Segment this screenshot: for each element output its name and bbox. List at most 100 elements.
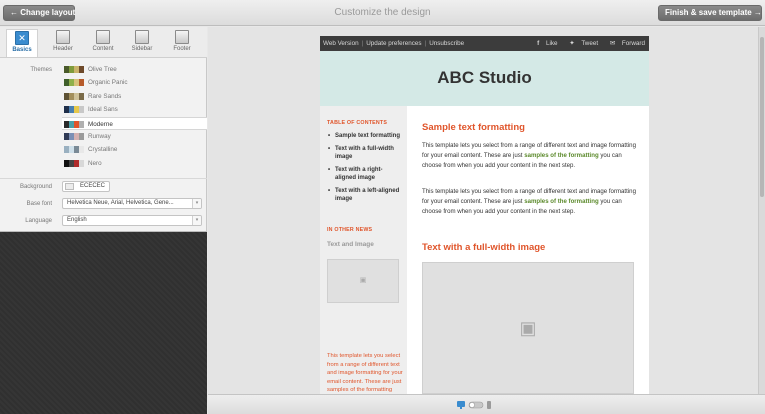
desktop-icon[interactable] [457, 401, 465, 409]
background-color-value: ECECEC [80, 183, 106, 189]
themes-label: Themes [30, 67, 52, 73]
toc-item[interactable]: Sample text formatting [328, 132, 403, 140]
scrollbar-thumb[interactable] [760, 37, 764, 197]
theme-option-nero[interactable]: Nero [62, 157, 207, 170]
sidebar-image-placeholder: ▣ [327, 259, 399, 303]
tab-footer-label: Footer [173, 46, 191, 52]
toc-item[interactable]: Text with a left-aligned image [328, 187, 403, 203]
theme-name: Crystalline [88, 146, 118, 154]
unsubscribe-link[interactable]: Unsubscribe [429, 40, 464, 47]
toggle-switch-icon[interactable] [468, 401, 484, 409]
sidebar-text: This template lets you select from a ran… [327, 353, 403, 394]
forward-link[interactable]: ✉ Forward [605, 40, 645, 47]
language-value: English [67, 217, 87, 223]
sample-formatting-heading: Sample text formatting [422, 122, 525, 133]
theme-name: Runway [88, 132, 111, 140]
language-label: Language [25, 218, 52, 224]
email-preview: Web Version | Update preferences | Unsubscri… [320, 36, 649, 394]
theme-name: Moderne [88, 120, 113, 128]
content-layout-icon [96, 30, 110, 44]
email-sidebar[interactable]: TABLE OF CONTENTS Sample text formatting… [320, 106, 407, 394]
tab-footer[interactable]: Footer [166, 29, 198, 57]
toc-heading: TABLE OF CONTENTS [327, 120, 388, 126]
theme-name: Nero [88, 159, 102, 167]
forward-icon: ✉ [609, 40, 616, 47]
toc-item[interactable]: Text with a full-width image [328, 145, 403, 161]
theme-swatch [64, 92, 84, 100]
email-header[interactable]: ABC Studio [320, 51, 649, 106]
tweet-link[interactable]: ✦ Tweet [564, 40, 598, 47]
theme-option-ideal-sans[interactable]: Ideal Sans [62, 103, 207, 116]
forward-label: Forward [621, 40, 645, 47]
background-color-field[interactable]: ECECEC [62, 181, 110, 192]
theme-option-runway[interactable]: Runway [62, 130, 207, 143]
update-preferences-link[interactable]: Update preferences [366, 40, 421, 47]
tab-content[interactable]: Content [87, 29, 119, 57]
facebook-like-link[interactable]: f Like [537, 40, 557, 47]
email-top-bar: Web Version | Update preferences | Unsubscri… [320, 36, 649, 51]
color-swatch [65, 183, 74, 190]
theme-name: Organic Panic [88, 79, 128, 87]
device-toggle[interactable] [456, 400, 496, 410]
email-main-content[interactable]: Sample text formatting This template let… [407, 106, 649, 394]
theme-swatch [64, 79, 84, 87]
paragraph-2: This template lets you select from a ran… [422, 188, 636, 215]
web-version-link[interactable]: Web Version [323, 40, 359, 47]
mobile-icon[interactable] [487, 401, 491, 409]
finish-save-template-button[interactable]: Finish & save template → [658, 5, 762, 21]
chevron-down-icon: ▾ [192, 216, 201, 225]
theme-swatch [64, 66, 84, 73]
theme-option-crystalline[interactable]: Crystalline [62, 143, 207, 156]
base-font-select[interactable]: Helvetica Neue, Arial, Helvetica, Gene..… [62, 198, 202, 209]
theme-swatch [64, 120, 84, 128]
paragraph-1: This template lets you select from a ran… [422, 142, 636, 169]
camera-icon: ▣ [519, 318, 537, 338]
theme-name: Ideal Sans [88, 106, 118, 114]
tab-header-label: Header [53, 46, 73, 52]
theme-swatch [64, 132, 84, 140]
camera-icon: ▣ [359, 277, 367, 284]
design-tabs: ✕ Basics Header Content Sidebar Footer [0, 27, 207, 58]
base-font-label: Base font [26, 201, 52, 207]
theme-swatch [64, 106, 84, 114]
theme-swatch [64, 146, 84, 154]
toc-item[interactable]: Text with a right-aligned image [328, 166, 403, 182]
theme-name: Rare Sands [88, 92, 122, 100]
full-width-image-heading: Text with a full-width image [422, 242, 546, 253]
sidebar-layout-icon [135, 30, 149, 44]
tab-sidebar[interactable]: Sidebar [126, 29, 158, 57]
theme-option-rare-sands[interactable]: Rare Sands [62, 90, 207, 103]
divider [0, 178, 207, 179]
other-news-heading: IN OTHER NEWS [327, 227, 373, 233]
brand-title: ABC Studio [437, 68, 532, 87]
full-width-image-placeholder: ▣ [422, 262, 634, 394]
background-label: Background [19, 184, 52, 190]
language-select[interactable]: English ▾ [62, 215, 202, 226]
bottom-toolbar [208, 394, 765, 414]
tab-header[interactable]: Header [47, 29, 79, 57]
theme-swatch [64, 159, 84, 167]
left-panel: ✕ Basics Header Content Sidebar Footer T… [0, 27, 207, 414]
design-settings: ✕ Basics Header Content Sidebar Footer T… [0, 27, 207, 232]
chevron-down-icon: ▾ [192, 199, 201, 208]
theme-option-organic-panic[interactable]: Organic Panic [62, 76, 207, 89]
preview-scrollbar[interactable] [758, 27, 765, 394]
news-item-title: Text and Image [327, 241, 374, 248]
theme-option-olive-tree[interactable]: Olive Tree [62, 63, 207, 76]
tweet-label: Tweet [581, 40, 599, 47]
facebook-icon: f [537, 40, 540, 47]
theme-name: Olive Tree [88, 66, 117, 73]
base-font-value: Helvetica Neue, Arial, Helvetica, Gene..… [67, 200, 174, 206]
theme-list: Olive Tree Organic Panic Rare Sands Ideal S… [62, 63, 207, 170]
theme-option-moderne[interactable]: Moderne [62, 116, 207, 130]
top-toolbar: ← Change layout Customize the design Fin… [0, 0, 765, 26]
tools-icon: ✕ [15, 31, 29, 45]
tab-basics[interactable]: ✕ Basics [6, 29, 38, 57]
page-title: Customize the design [334, 7, 431, 18]
footer-layout-icon [175, 30, 189, 44]
like-label: Like [545, 40, 558, 47]
twitter-icon: ✦ [569, 40, 575, 47]
tab-content-label: Content [92, 46, 114, 52]
header-layout-icon [56, 30, 70, 44]
tab-basics-label: Basics [12, 47, 32, 53]
